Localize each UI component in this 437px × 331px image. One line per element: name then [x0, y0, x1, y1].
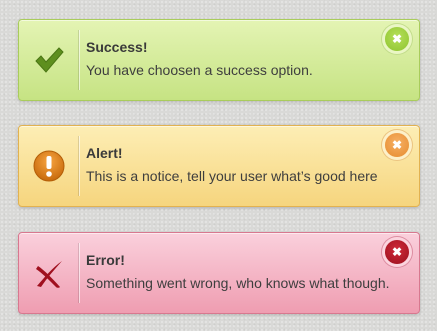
exclamation-icon: [19, 126, 78, 206]
cross-icon: [19, 233, 78, 313]
alert-divider: [78, 136, 80, 196]
close-button[interactable]: ✖: [385, 27, 409, 51]
alert-message: This is a notice, tell your user what’s …: [86, 168, 378, 184]
alert-divider: [78, 243, 80, 303]
close-button[interactable]: ✖: [385, 133, 409, 157]
alert-divider: [78, 30, 80, 90]
close-button[interactable]: ✖: [385, 240, 409, 264]
close-icon: ✖: [391, 244, 403, 259]
alert-message: Something went wrong, who knows what tho…: [86, 275, 390, 291]
alert-title: Success!: [86, 39, 148, 55]
notice-alert: Alert! This is a notice, tell your user …: [18, 125, 420, 207]
close-icon: ✖: [391, 137, 403, 152]
checkmark-icon: [19, 20, 78, 100]
success-alert: Success! You have choosen a success opti…: [18, 19, 420, 101]
alert-message: You have choosen a success option.: [86, 62, 313, 78]
close-icon: ✖: [391, 31, 403, 46]
error-alert: Error! Something went wrong, who knows w…: [18, 232, 420, 314]
alert-title: Error!: [86, 252, 125, 268]
alert-title: Alert!: [86, 145, 123, 161]
